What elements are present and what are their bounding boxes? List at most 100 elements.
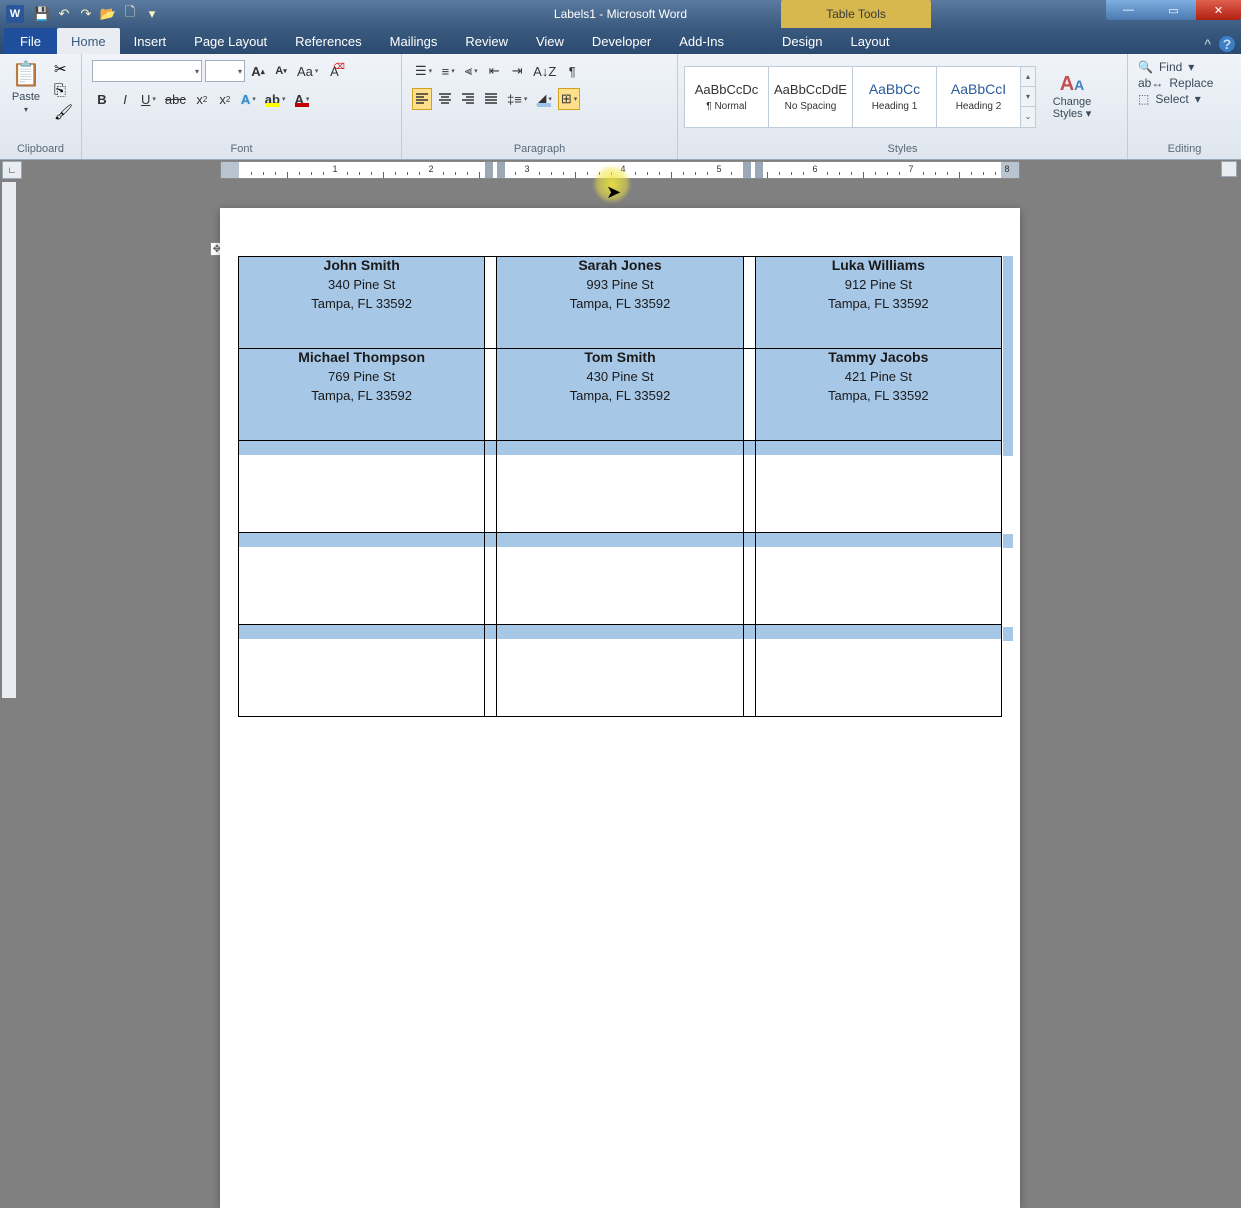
- justify-button[interactable]: [481, 88, 501, 110]
- label-cell[interactable]: Tammy Jacobs 421 Pine St Tampa, FL 33592: [755, 349, 1001, 441]
- label-table[interactable]: John Smith 340 Pine St Tampa, FL 33592 S…: [238, 256, 1002, 717]
- help-icon[interactable]: ?: [1219, 36, 1235, 52]
- underline-button[interactable]: U: [138, 88, 159, 110]
- find-button[interactable]: 🔍Find ▾: [1138, 60, 1194, 74]
- style-heading-2[interactable]: AaBbCcI Heading 2: [936, 66, 1021, 128]
- cut-icon[interactable]: ✂: [54, 60, 73, 78]
- align-left-button[interactable]: [412, 88, 432, 110]
- strikethrough-button[interactable]: abc: [162, 88, 189, 110]
- italic-button[interactable]: I: [115, 88, 135, 110]
- horizontal-ruler[interactable]: 12345678: [220, 161, 1020, 179]
- tab-mailings[interactable]: Mailings: [376, 28, 452, 54]
- view-ruler-toggle[interactable]: [1221, 161, 1237, 177]
- qat-redo-icon[interactable]: ↷: [76, 5, 96, 23]
- label-cell[interactable]: Tom Smith 430 Pine St Tampa, FL 33592: [497, 349, 743, 441]
- label-cell[interactable]: Luka Williams 912 Pine St Tampa, FL 3359…: [755, 257, 1001, 349]
- label-cell[interactable]: [497, 533, 743, 625]
- gap-cell: [485, 441, 497, 533]
- close-button[interactable]: ✕: [1196, 0, 1241, 20]
- label-cell[interactable]: [239, 625, 485, 717]
- borders-button[interactable]: ⊞: [558, 88, 580, 110]
- label-cell[interactable]: [497, 441, 743, 533]
- select-button[interactable]: ⬚Select ▾: [1138, 92, 1201, 106]
- table-row[interactable]: Michael Thompson 769 Pine St Tampa, FL 3…: [239, 349, 1002, 441]
- change-styles-button[interactable]: AA Change Styles ▾: [1044, 62, 1100, 132]
- tab-selector[interactable]: ∟: [2, 161, 22, 179]
- tab-developer[interactable]: Developer: [578, 28, 665, 54]
- tab-file[interactable]: File: [4, 28, 57, 54]
- change-case-button[interactable]: Aa: [294, 60, 321, 82]
- select-icon: ⬚: [1138, 92, 1149, 106]
- numbering-button[interactable]: ≡: [438, 60, 458, 82]
- superscript-button[interactable]: x2: [215, 88, 235, 110]
- table-row[interactable]: John Smith 340 Pine St Tampa, FL 33592 S…: [239, 257, 1002, 349]
- page-canvas[interactable]: ✥ John Smith 340 Pine St Tampa, FL 33592…: [20, 182, 1241, 698]
- tab-review[interactable]: Review: [451, 28, 522, 54]
- label-cell[interactable]: [755, 625, 1001, 717]
- gallery-down-icon[interactable]: ▾: [1021, 87, 1035, 107]
- table-row[interactable]: [239, 533, 1002, 625]
- minimize-button[interactable]: —: [1106, 0, 1151, 20]
- qat-open-icon[interactable]: 📂: [98, 5, 118, 23]
- selection-overflow: [1003, 627, 1013, 641]
- line-spacing-button[interactable]: ‡≡: [504, 88, 530, 110]
- label-cell[interactable]: Sarah Jones 993 Pine St Tampa, FL 33592: [497, 257, 743, 349]
- tab-insert[interactable]: Insert: [120, 28, 181, 54]
- format-painter-icon[interactable]: 🖌: [54, 103, 73, 121]
- tab-add-ins[interactable]: Add-Ins: [665, 28, 738, 54]
- shading-button[interactable]: ◢: [533, 88, 555, 110]
- qat-undo-icon[interactable]: ↶: [54, 5, 74, 23]
- align-right-button[interactable]: [458, 88, 478, 110]
- clear-formatting-button[interactable]: A⌫: [324, 60, 344, 82]
- tab-home[interactable]: Home: [57, 28, 120, 54]
- styles-gallery[interactable]: AaBbCcDc ¶ Normal AaBbCcDdE No Spacing A…: [684, 66, 1036, 128]
- label-cell[interactable]: [755, 533, 1001, 625]
- label-cell[interactable]: [239, 441, 485, 533]
- shrink-font-button[interactable]: A▾: [271, 60, 291, 82]
- increase-indent-button[interactable]: ⇥: [507, 60, 527, 82]
- page[interactable]: John Smith 340 Pine St Tampa, FL 33592 S…: [220, 208, 1020, 1208]
- subscript-button[interactable]: x2: [192, 88, 212, 110]
- minimize-ribbon-icon[interactable]: ^: [1204, 36, 1211, 52]
- gallery-up-icon[interactable]: ▴: [1021, 67, 1035, 87]
- tab-design[interactable]: Design: [768, 28, 836, 54]
- bullets-button[interactable]: ☰: [412, 60, 435, 82]
- tab-layout[interactable]: Layout: [836, 28, 903, 54]
- tab-page-layout[interactable]: Page Layout: [180, 28, 281, 54]
- qat-save-icon[interactable]: 💾: [32, 5, 52, 23]
- gallery-scroll[interactable]: ▴ ▾ ⌄: [1020, 66, 1036, 128]
- decrease-indent-button[interactable]: ⇤: [484, 60, 504, 82]
- tab-references[interactable]: References: [281, 28, 375, 54]
- font-color-button[interactable]: A: [291, 88, 312, 110]
- table-row[interactable]: [239, 625, 1002, 717]
- style-heading-1[interactable]: AaBbCc Heading 1: [852, 66, 937, 128]
- show-hide-button[interactable]: ¶: [562, 60, 582, 82]
- qat-customize-icon[interactable]: ▾: [142, 5, 162, 23]
- replace-button[interactable]: ab↔Replace: [1138, 76, 1213, 90]
- label-cell[interactable]: [239, 533, 485, 625]
- font-size-combo[interactable]: ▾: [205, 60, 245, 82]
- qat-new-icon[interactable]: 🗋: [120, 5, 140, 23]
- highlight-button[interactable]: ab: [262, 88, 289, 110]
- label-cell[interactable]: Michael Thompson 769 Pine St Tampa, FL 3…: [239, 349, 485, 441]
- paste-button[interactable]: 📋 Paste ▾: [8, 60, 44, 130]
- ribbon-tabs: File Home Insert Page Layout References …: [0, 28, 1241, 54]
- text-effects-button[interactable]: A: [238, 88, 259, 110]
- maximize-button[interactable]: ▭: [1151, 0, 1196, 20]
- label-cell[interactable]: [755, 441, 1001, 533]
- bold-button[interactable]: B: [92, 88, 112, 110]
- label-cell[interactable]: John Smith 340 Pine St Tampa, FL 33592: [239, 257, 485, 349]
- multilevel-list-button[interactable]: ⫷: [461, 60, 481, 82]
- align-center-button[interactable]: [435, 88, 455, 110]
- style-no-spacing[interactable]: AaBbCcDdE No Spacing: [768, 66, 853, 128]
- copy-icon[interactable]: ⎘: [54, 82, 73, 99]
- label-cell[interactable]: [497, 625, 743, 717]
- tab-view[interactable]: View: [522, 28, 578, 54]
- font-name-combo[interactable]: ▾: [92, 60, 202, 82]
- grow-font-button[interactable]: A▴: [248, 60, 268, 82]
- table-row[interactable]: [239, 441, 1002, 533]
- style-normal[interactable]: AaBbCcDc ¶ Normal: [684, 66, 769, 128]
- gallery-more-icon[interactable]: ⌄: [1021, 107, 1035, 126]
- sort-button[interactable]: A↓Z: [530, 60, 559, 82]
- paste-icon: 📋: [11, 60, 41, 89]
